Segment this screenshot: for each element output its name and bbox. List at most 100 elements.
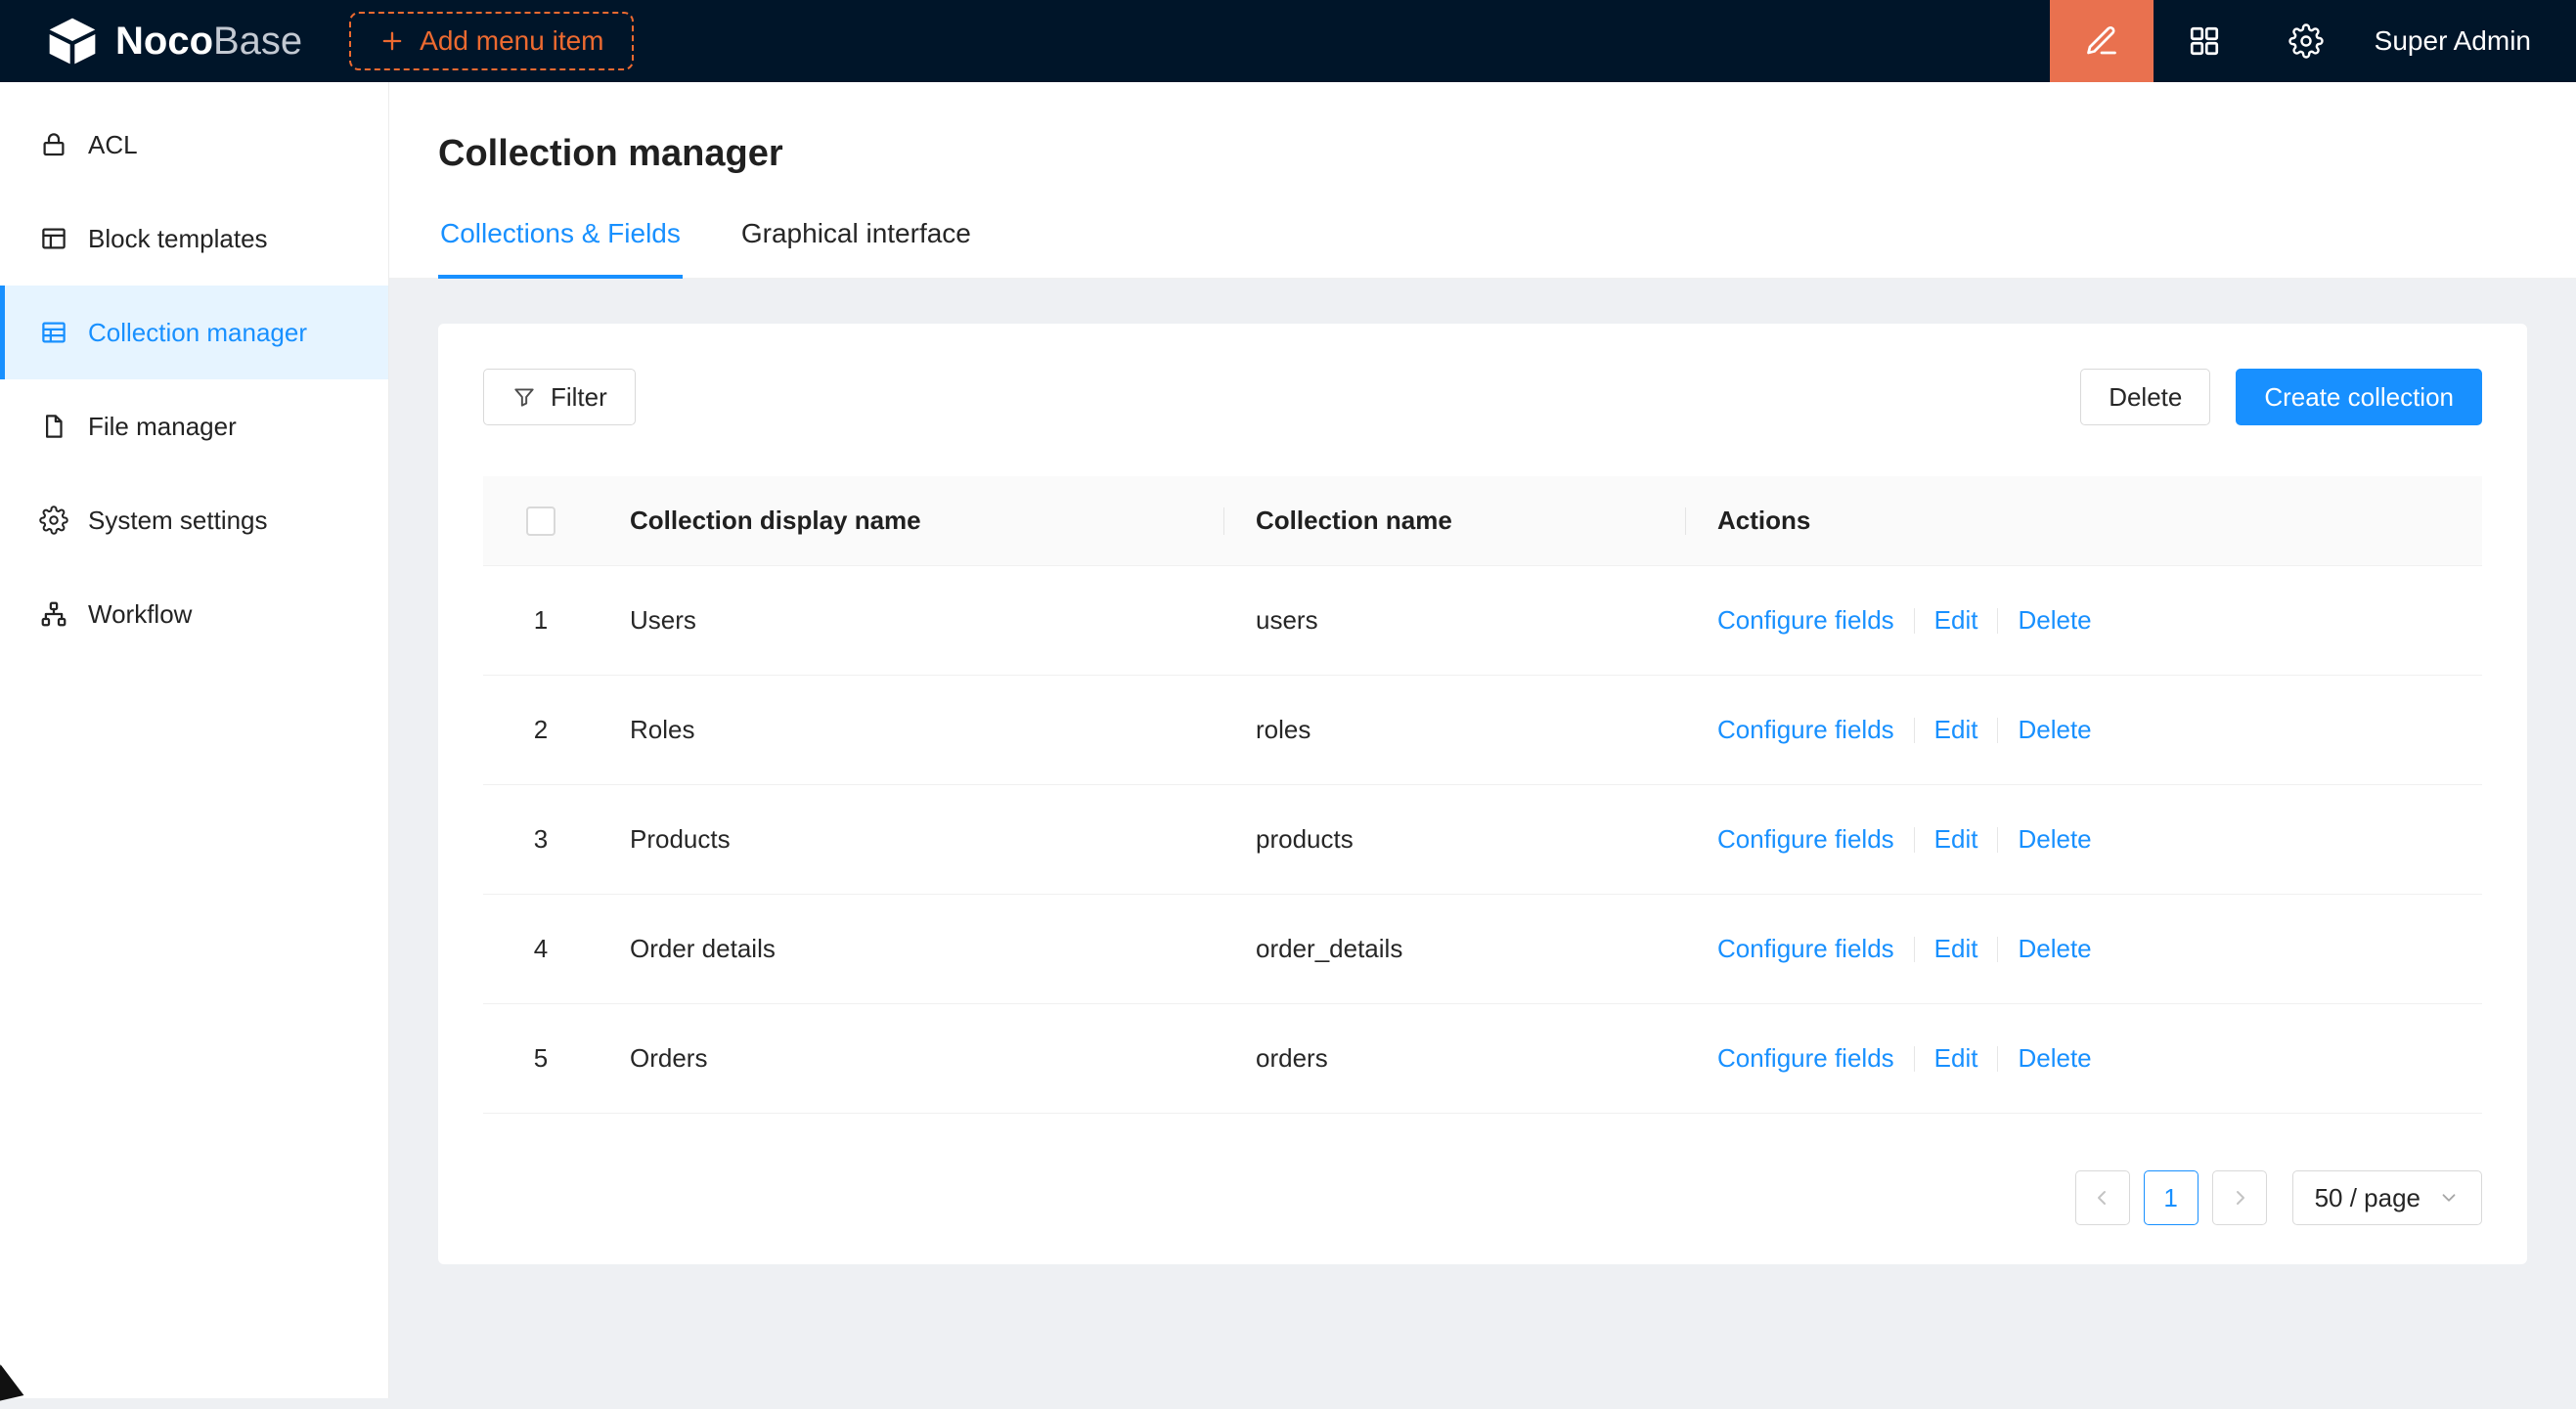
sidebar: ACL Block templates Collection manager F… — [0, 82, 389, 1398]
create-collection-button[interactable]: Create collection — [2236, 369, 2482, 425]
configure-fields-link[interactable]: Configure fields — [1717, 934, 1894, 964]
highlighter-pen-icon — [2084, 23, 2119, 59]
filter-funnel-icon — [511, 384, 537, 410]
cell-actions: Configure fields Edit Delete — [1686, 895, 2482, 1003]
configure-fields-link[interactable]: Configure fields — [1717, 605, 1894, 636]
main-content: Collection manager Collections & Fields … — [389, 82, 2576, 1398]
pagination-next-button[interactable] — [2212, 1170, 2267, 1225]
tab-collections-fields[interactable]: Collections & Fields — [438, 210, 683, 279]
cell-display-name: Users — [599, 566, 1224, 675]
pagination-page-1[interactable]: 1 — [2144, 1170, 2198, 1225]
filter-label: Filter — [551, 382, 607, 413]
row-index: 1 — [483, 566, 599, 675]
configure-fields-link[interactable]: Configure fields — [1717, 824, 1894, 855]
collections-table: Collection display name Collection name … — [483, 476, 2482, 1114]
sidebar-item-acl[interactable]: ACL — [0, 98, 388, 192]
cell-actions: Configure fields Edit Delete — [1686, 785, 2482, 894]
tab-graphical-interface[interactable]: Graphical interface — [739, 210, 973, 279]
create-collection-label: Create collection — [2264, 382, 2454, 413]
sidebar-item-collection-manager[interactable]: Collection manager — [0, 286, 388, 379]
divider — [1914, 718, 1915, 743]
divider — [1997, 608, 1998, 634]
divider — [1914, 937, 1915, 962]
cell-display-name: Order details — [599, 895, 1224, 1003]
divider — [1997, 827, 1998, 853]
divider — [1997, 937, 1998, 962]
chevron-down-icon — [2438, 1187, 2460, 1209]
cell-display-name: Products — [599, 785, 1224, 894]
lock-icon — [39, 130, 68, 159]
add-menu-item-label: Add menu item — [420, 25, 603, 57]
header-checkbox-cell — [483, 476, 599, 565]
edit-link[interactable]: Edit — [1934, 715, 1978, 745]
pagination: 1 50 / page — [483, 1170, 2482, 1225]
sidebar-item-label: Collection manager — [88, 318, 307, 348]
add-menu-item-button[interactable]: Add menu item — [349, 12, 633, 70]
file-icon — [39, 412, 68, 441]
collections-card: Filter Delete Create collection Collecti… — [438, 324, 2527, 1264]
page-title: Collection manager — [438, 133, 2527, 175]
user-menu[interactable]: Super Admin — [2357, 25, 2576, 57]
toolbar: Filter Delete Create collection — [483, 369, 2482, 425]
page-size-select[interactable]: 50 / page — [2292, 1170, 2482, 1225]
edit-link[interactable]: Edit — [1934, 605, 1978, 636]
layout-icon — [39, 224, 68, 253]
pagination-prev-button[interactable] — [2075, 1170, 2130, 1225]
cell-actions: Configure fields Edit Delete — [1686, 566, 2482, 675]
cell-collection-name: order_details — [1224, 895, 1686, 1003]
sidebar-item-system-settings[interactable]: System settings — [0, 473, 388, 567]
gear-icon — [2288, 23, 2324, 59]
column-header-actions: Actions — [1686, 476, 2482, 565]
plugins-button[interactable] — [2154, 0, 2255, 82]
delete-link[interactable]: Delete — [2018, 605, 2091, 636]
ui-editor-button[interactable] — [2050, 0, 2154, 82]
table-row: 5 Orders orders Configure fieldsEditDele… — [483, 1004, 2482, 1114]
column-header-display-name: Collection display name — [599, 476, 1224, 565]
table-row: 1 Users users Configure fields Edit Delete — [483, 566, 2482, 676]
cell-actions: Configure fields Edit Delete — [1686, 1004, 2482, 1113]
cursor-artifact — [0, 1364, 29, 1408]
row-index: 5 — [483, 1004, 599, 1113]
divider — [1914, 827, 1915, 853]
sidebar-item-block-templates[interactable]: Block templates — [0, 192, 388, 286]
cell-actions: Configure fields Edit Delete — [1686, 676, 2482, 784]
cell-collection-name: users — [1224, 566, 1686, 675]
settings-button[interactable] — [2255, 0, 2357, 82]
sidebar-item-file-manager[interactable]: File manager — [0, 379, 388, 473]
cell-display-name: Orders — [599, 1004, 1224, 1113]
table-icon — [39, 318, 68, 347]
nocobase-logo[interactable]: NocoBase — [0, 14, 302, 68]
sidebar-item-label: Workflow — [88, 599, 192, 630]
row-index: 4 — [483, 895, 599, 1003]
logo-text-light: Base — [213, 20, 302, 63]
tab-bar: Collections & Fields Graphical interface — [389, 210, 2576, 279]
configure-fields-link[interactable]: Configure fields — [1717, 1043, 1894, 1074]
toolbar-right-group: Delete Create collection — [2080, 369, 2482, 425]
delete-link[interactable]: Delete — [2018, 715, 2091, 745]
logo-text: NocoBase — [115, 20, 302, 64]
configure-fields-link[interactable]: Configure fields — [1717, 715, 1894, 745]
table-header: Collection display name Collection name … — [483, 476, 2482, 566]
divider — [1914, 608, 1915, 634]
filter-button[interactable]: Filter — [483, 369, 636, 425]
page-size-value: 50 / page — [2315, 1183, 2421, 1213]
grid-apps-icon — [2187, 23, 2222, 59]
sidebar-item-label: Block templates — [88, 224, 268, 254]
cell-collection-name: roles — [1224, 676, 1686, 784]
delete-button[interactable]: Delete — [2080, 369, 2210, 425]
edit-link[interactable]: Edit — [1934, 824, 1978, 855]
edit-link[interactable]: Edit — [1934, 1043, 1978, 1074]
sidebar-item-workflow[interactable]: Workflow — [0, 567, 388, 661]
divider — [1997, 718, 1998, 743]
row-index: 3 — [483, 785, 599, 894]
delete-link[interactable]: Delete — [2018, 1043, 2091, 1074]
delete-link[interactable]: Delete — [2018, 934, 2091, 964]
logo-cube-icon — [45, 14, 100, 68]
page-header: Collection manager Collections & Fields … — [389, 82, 2576, 279]
select-all-checkbox[interactable] — [526, 506, 555, 536]
logo-text-bold: Noco — [115, 20, 213, 63]
delete-link[interactable]: Delete — [2018, 824, 2091, 855]
edit-link[interactable]: Edit — [1934, 934, 1978, 964]
sidebar-item-label: File manager — [88, 412, 237, 442]
cell-display-name: Roles — [599, 676, 1224, 784]
